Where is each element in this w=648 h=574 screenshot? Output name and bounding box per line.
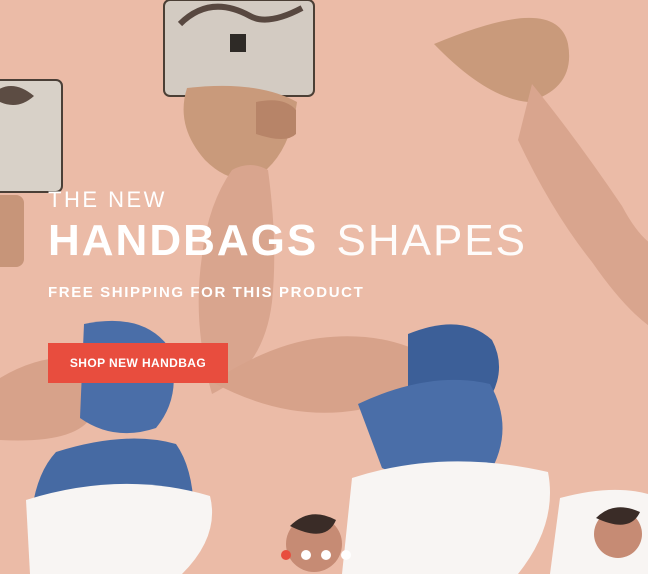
- slide-dot-4[interactable]: [341, 550, 351, 560]
- hero-subline: FREE SHIPPING FOR THIS PRODUCT: [48, 284, 365, 301]
- right-figure: [550, 489, 648, 574]
- headline-bold: HANDBAGS: [48, 216, 319, 265]
- shop-new-handbag-button[interactable]: SHOP NEW HANDBAG: [48, 343, 228, 383]
- slide-dot-2[interactable]: [301, 550, 311, 560]
- slider-pagination: [281, 550, 351, 560]
- hero-headline: HANDBAGS SHAPES: [48, 216, 527, 266]
- slide-dot-1[interactable]: [281, 550, 291, 560]
- headline-light: SHAPES: [336, 216, 527, 265]
- hero-slider: THE NEW HANDBAGS SHAPES FREE SHIPPING FO…: [0, 0, 648, 574]
- hero-eyebrow: THE NEW: [48, 187, 167, 212]
- slide-dot-3[interactable]: [321, 550, 331, 560]
- hero-caption: THE NEW HANDBAGS SHAPES: [48, 186, 527, 266]
